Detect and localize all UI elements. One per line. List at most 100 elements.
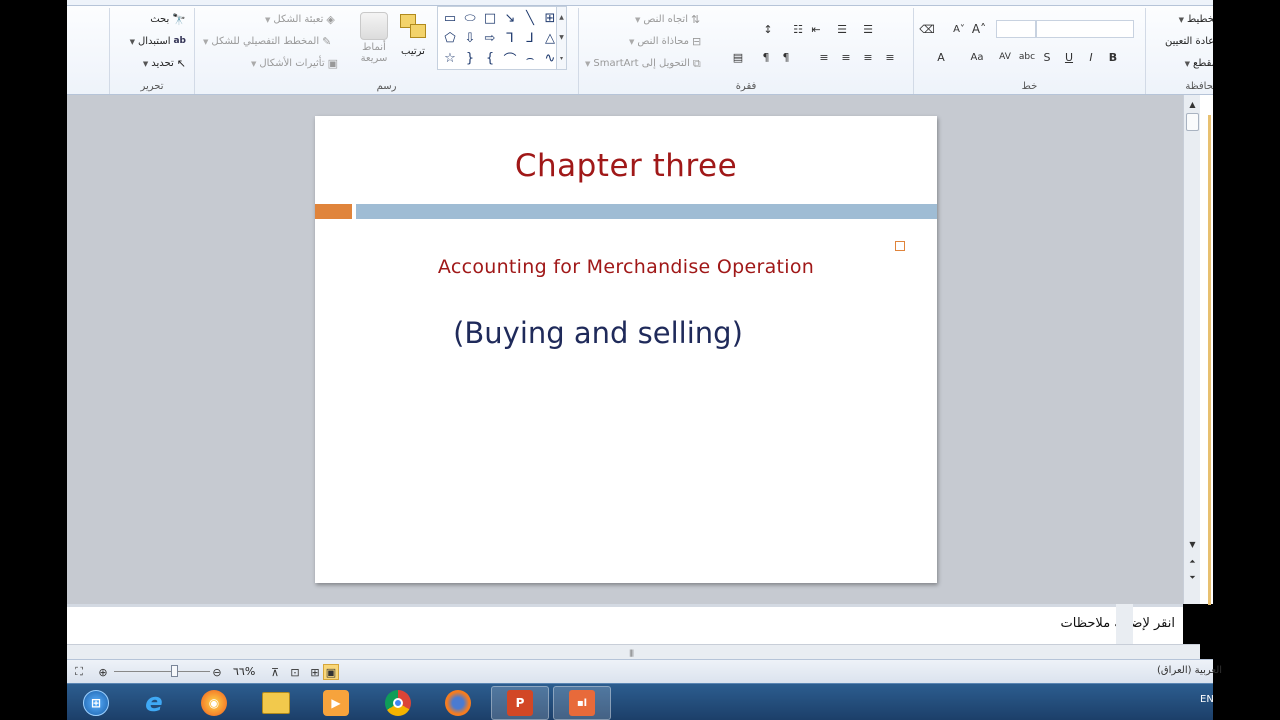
taskbar-media-player[interactable]: ▶	[307, 686, 365, 720]
rectangle-shape-icon[interactable]: ▭	[440, 8, 460, 28]
slide-title[interactable]: Chapter three	[315, 148, 937, 184]
layout-button[interactable]: تخطيط ▼	[1179, 14, 1213, 25]
start-button[interactable]: ⊞	[67, 686, 125, 720]
font-color-icon[interactable]: A	[932, 48, 950, 66]
taskbar-chromium-browser[interactable]: ◉	[185, 686, 243, 720]
zoom-slider-thumb[interactable]	[171, 665, 178, 677]
strikethrough-icon[interactable]: abc	[1018, 48, 1036, 66]
align-justify-icon[interactable]: ≡	[881, 48, 899, 66]
change-case-icon[interactable]: Aa	[968, 48, 986, 66]
fit-to-window-icon[interactable]: ⛶	[71, 664, 87, 680]
right-arrow-shape-icon[interactable]: ⇨	[480, 28, 500, 48]
select-button[interactable]: ↖ تحديد ▼	[143, 58, 186, 69]
char-spacing-icon[interactable]: AV	[996, 48, 1014, 66]
taskbar-firefox[interactable]	[429, 686, 487, 720]
vertical-scrollbar[interactable]: ▲ ▼ ⏶ ⏷	[1183, 95, 1200, 604]
scroll-up-icon[interactable]: ▲	[1184, 97, 1201, 111]
previous-slide-icon[interactable]: ⏶	[1184, 555, 1201, 569]
arrow-line-icon[interactable]: ↘	[500, 8, 520, 28]
numbering-icon[interactable]: ☰	[833, 20, 851, 38]
shapes-gallery[interactable]: ▭ ⬭ □ ↘ ╲ ⊞ ⬠ ⇩ ⇨ ⅂ ⅃ △ ☆ } { ⌒ ⌢ ∿ ▲ ▼ …	[437, 6, 567, 70]
language-indicator[interactable]: العربية (العراق)	[1157, 665, 1222, 676]
taskbar-powerpoint[interactable]: P	[491, 686, 549, 720]
connector-shape-icon[interactable]: ⅂	[500, 28, 520, 48]
binoculars-icon: 🔭	[172, 13, 186, 26]
oval-shape-icon[interactable]: ⬭	[460, 8, 480, 28]
clear-formatting-icon[interactable]: ⌫	[918, 20, 936, 38]
left-brace-shape-icon[interactable]: {	[480, 48, 500, 68]
shape-effects-label: تأثيرات الأشكال	[259, 58, 325, 69]
line-spacing-icon[interactable]: ↕	[759, 20, 777, 38]
columns-icon[interactable]: ☷	[789, 20, 807, 38]
zoom-in-icon[interactable]: ⊕	[95, 664, 111, 680]
scroll-thumb[interactable]	[1186, 113, 1199, 131]
reset-button[interactable]: إعادة التعيين	[1165, 36, 1213, 47]
convert-smartart-button[interactable]: ⧉ التحويل إلى SmartArt ▼	[585, 58, 701, 69]
ltr-icon[interactable]: ¶	[757, 48, 775, 66]
shrink-font-icon[interactable]: A˅	[950, 20, 968, 38]
next-slide-icon[interactable]: ⏷	[1184, 571, 1201, 585]
taskbar-file-explorer[interactable]	[247, 686, 305, 720]
zoom-out-icon[interactable]: ⊖	[209, 664, 225, 680]
gallery-scroll[interactable]: ▲ ▼ ▾	[556, 7, 566, 69]
find-button[interactable]: 🔭 بحث	[150, 14, 186, 25]
bullets-icon[interactable]: ☰	[859, 20, 877, 38]
taskbar-powerpoint-slideshow[interactable]: ▪l	[553, 686, 611, 720]
elbow-connector-icon[interactable]: ⅃	[520, 28, 540, 48]
scroll-down-icon[interactable]: ▼	[1184, 537, 1201, 551]
square-shape-icon[interactable]: □	[480, 8, 500, 28]
shape-effects-button[interactable]: ▣ تأثيرات الأشكال ▼	[251, 58, 338, 69]
shadow-icon[interactable]: S	[1038, 48, 1056, 66]
bold-icon[interactable]: B	[1104, 48, 1122, 66]
align-text-button[interactable]: ⊟ محاذاة النص ▼	[629, 36, 701, 47]
quick-styles-label-1: أنماط	[362, 42, 386, 53]
star-shape-icon[interactable]: ☆	[440, 48, 460, 68]
input-language[interactable]: EN	[1200, 694, 1214, 705]
justify-icon[interactable]: ▤	[729, 48, 747, 66]
grow-font-icon[interactable]: A˄	[970, 20, 988, 38]
scroll-grip-icon[interactable]: |||	[629, 649, 634, 657]
slide-body-text[interactable]: (Buying and selling)	[315, 316, 881, 350]
align-right-icon[interactable]: ≡	[815, 48, 833, 66]
shape-fill-button[interactable]: ◈ تعبئة الشكل ▼	[265, 14, 335, 25]
right-brace-shape-icon[interactable]: }	[460, 48, 480, 68]
chevron-up-icon[interactable]: ▲	[559, 14, 564, 21]
text-direction-button[interactable]: ⇅ اتجاه النص ▼	[635, 14, 700, 25]
taskbar-chrome[interactable]	[369, 686, 427, 720]
taskbar-internet-explorer[interactable]: e	[125, 686, 183, 720]
italic-icon[interactable]: I	[1082, 48, 1100, 66]
pentagon-shape-icon[interactable]: ⬠	[440, 28, 460, 48]
more-icon[interactable]: ▾	[560, 55, 563, 62]
replace-button[interactable]: ab استبدال ▼	[130, 36, 186, 47]
section-button[interactable]: مقطع ▼	[1185, 58, 1213, 69]
font-size-box[interactable]	[996, 20, 1036, 38]
down-arrow-shape-icon[interactable]: ⇩	[460, 28, 480, 48]
arrange-button[interactable]: ترتيب	[395, 12, 431, 57]
slide-canvas[interactable]: Chapter three Accounting for Merchandise…	[315, 116, 937, 583]
task-pane-accent	[1208, 115, 1211, 605]
notes-pane[interactable]: انقر لإضافة ملاحظات	[67, 604, 1183, 644]
align-left-icon[interactable]: ≡	[859, 48, 877, 66]
font-name-box[interactable]	[1036, 20, 1134, 38]
slide-sorter-view-icon[interactable]: ⊞	[307, 664, 323, 680]
decrease-indent-icon[interactable]: ⇤	[807, 20, 825, 38]
normal-view-icon[interactable]: ▣	[323, 664, 339, 680]
reset-label: إعادة التعيين	[1165, 36, 1213, 47]
horizontal-scrollbar[interactable]: |||	[67, 644, 1200, 659]
align-center-icon[interactable]: ≡	[837, 48, 855, 66]
quick-styles-button[interactable]: أنماط سريعة	[355, 12, 393, 64]
notes-scrollbar[interactable]	[1116, 604, 1133, 644]
slideshow-view-icon[interactable]: ⊼	[267, 664, 283, 680]
zoom-slider-track[interactable]	[114, 671, 210, 672]
shape-outline-button[interactable]: ✎ المخطط التفصيلي للشكل ▼	[203, 36, 331, 47]
reading-view-icon[interactable]: ⊡	[287, 664, 303, 680]
rtl-icon[interactable]: ¶	[777, 48, 795, 66]
line-shape-icon[interactable]: ╲	[520, 8, 540, 28]
arc-shape-icon[interactable]: ⌒	[500, 48, 520, 68]
slide-editor[interactable]: Chapter three Accounting for Merchandise…	[67, 95, 1200, 604]
curve-shape-icon[interactable]: ⌢	[520, 48, 540, 68]
zoom-level[interactable]: ٦٦%	[233, 665, 255, 678]
slide-subtitle[interactable]: Accounting for Merchandise Operation	[315, 256, 937, 278]
chevron-down-icon[interactable]: ▼	[559, 34, 564, 41]
underline-icon[interactable]: U	[1060, 48, 1078, 66]
